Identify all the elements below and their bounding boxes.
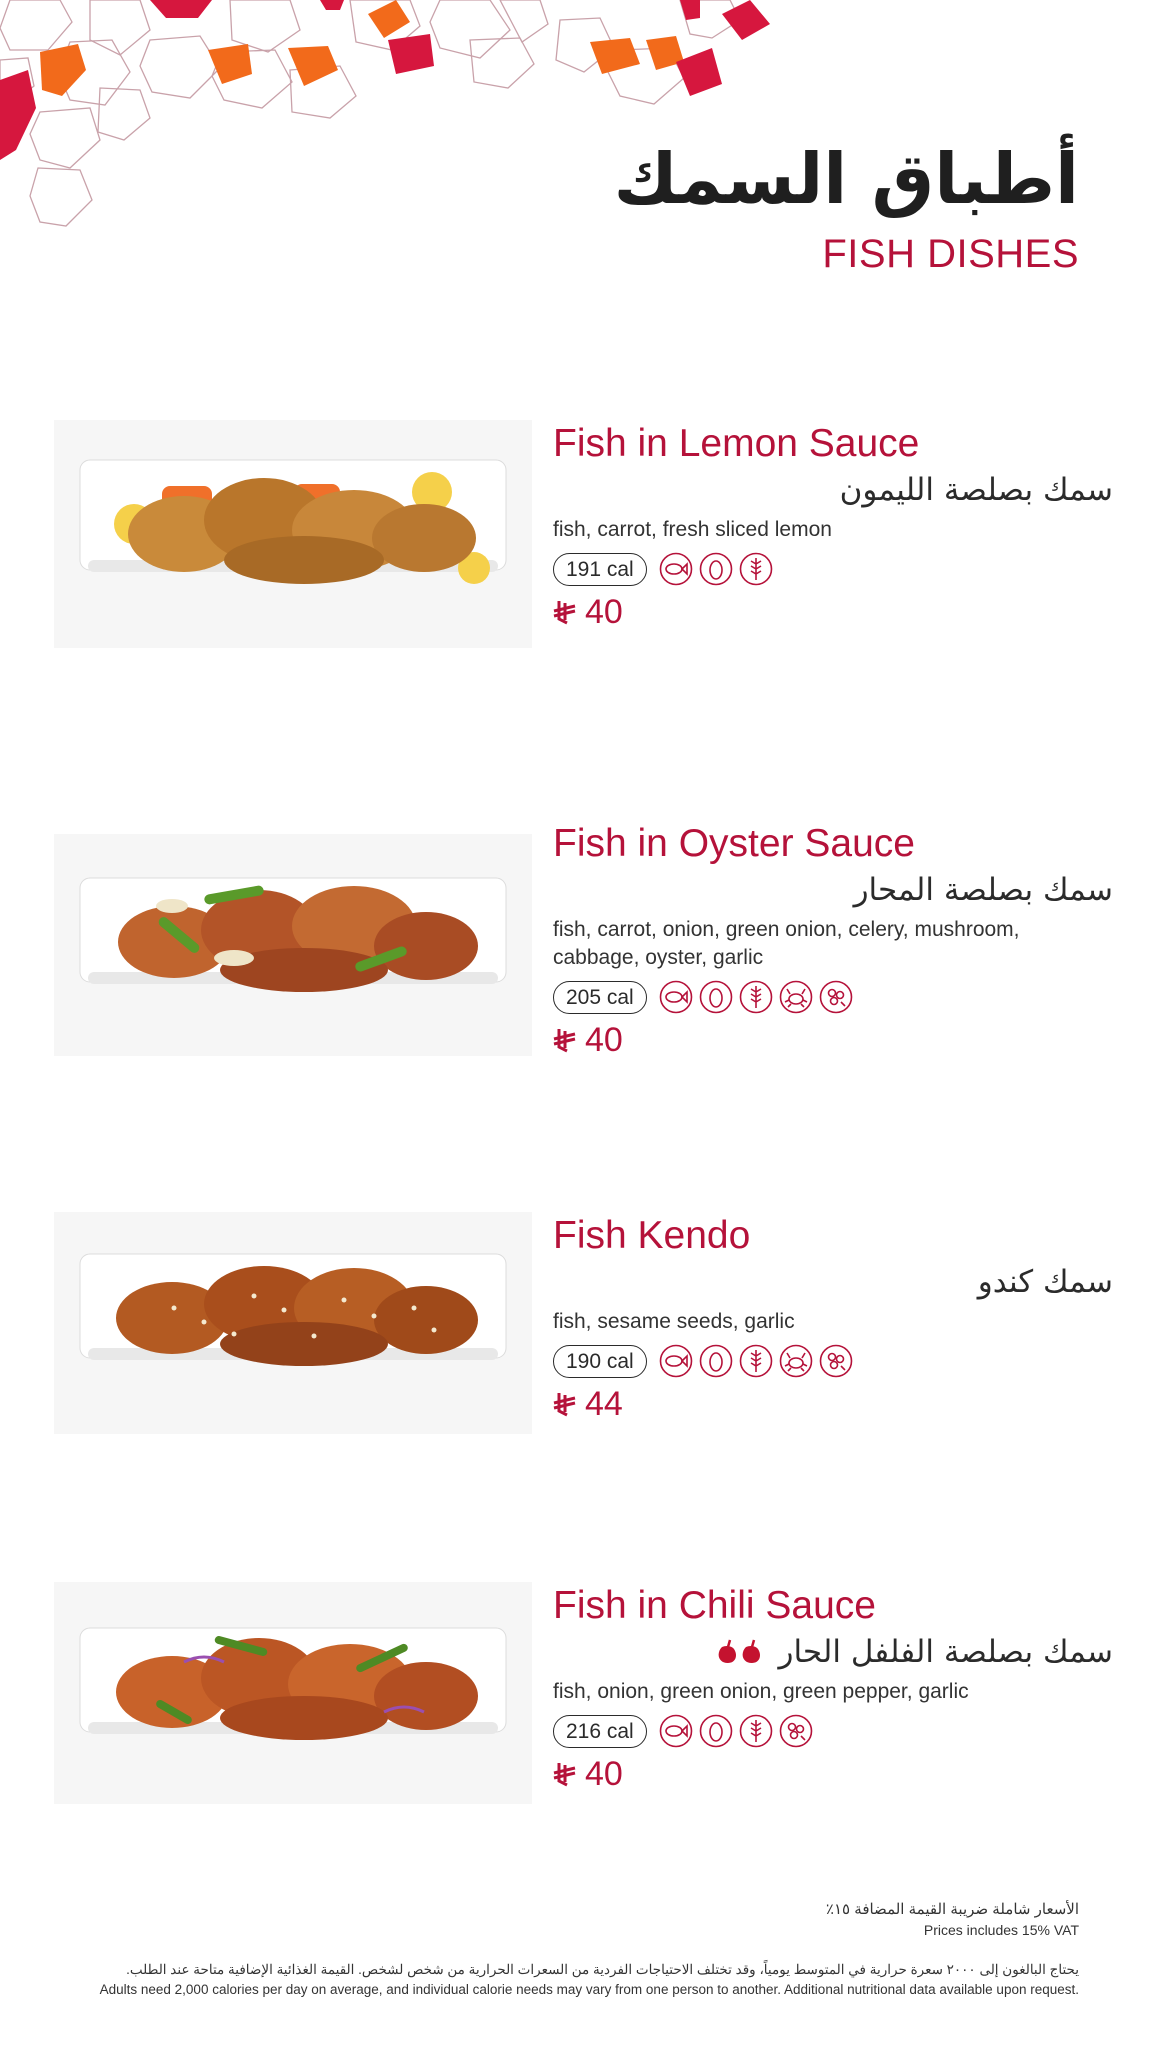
calorie-note-arabic: يحتاج البالغون إلى ٢٠٠٠ سعرة حرارية في ا… [126, 1962, 1079, 1977]
dish-photo [54, 1582, 532, 1804]
page-title: FISH DISHES [822, 232, 1079, 276]
dish-photo [54, 1212, 532, 1434]
spicy-chili-icon [719, 1639, 761, 1663]
dish-ingredients: fish, carrot, fresh sliced lemon [553, 518, 832, 541]
dish-price: 40 [585, 593, 623, 631]
dish-photo [54, 420, 532, 648]
egg-icon [699, 1344, 733, 1378]
menu-item[interactable]: Fish in Oyster Sauce سمك بصلصة المحار fi… [0, 820, 1151, 1060]
dish-ingredients: fish, sesame seeds, garlic [553, 1310, 795, 1333]
calorie-badge: 191 cal [553, 552, 647, 586]
shellfish-icon [779, 980, 813, 1014]
egg-icon [699, 1714, 733, 1748]
calorie-badge: 190 cal [553, 1344, 647, 1378]
dish-name: Fish in Lemon Sauce [553, 422, 920, 465]
menu-item[interactable]: Fish in Lemon Sauce سمك بصلصة الليمون fi… [0, 420, 1151, 660]
fish-icon [659, 1714, 693, 1748]
wheat-icon [739, 552, 773, 586]
riyal-symbol-icon [553, 1029, 576, 1053]
riyal-symbol-icon [553, 601, 576, 625]
fish-icon [659, 980, 693, 1014]
menu-item[interactable]: Fish in Chili Sauce سمك بصلصة الفلفل الح… [0, 1582, 1151, 1812]
dish-price: 44 [585, 1385, 623, 1423]
dish-name: Fish Kendo [553, 1214, 751, 1257]
fish-icon [659, 1344, 693, 1378]
egg-icon [699, 980, 733, 1014]
dish-name-arabic: سمك بصلصة الفلفل الحار [553, 1630, 1113, 1674]
dish-name-arabic: سمك بصلصة الليمون [839, 472, 1113, 508]
wheat-icon [739, 1344, 773, 1378]
page-title-arabic: أطباق السمك [613, 138, 1079, 220]
fish-icon [659, 552, 693, 586]
menu-item[interactable]: Fish Kendo سمك كندو fish, sesame seeds, … [0, 1212, 1151, 1442]
dish-price: 40 [585, 1755, 623, 1793]
soy-icon [819, 980, 853, 1014]
dish-photo [54, 834, 532, 1056]
calorie-badge: 205 cal [553, 980, 647, 1014]
riyal-symbol-icon [553, 1763, 576, 1787]
dish-ingredients: fish, onion, green onion, green pepper, … [553, 1680, 969, 1703]
dish-ingredients: fish, carrot, onion, green onion, celery… [553, 918, 1020, 969]
calorie-note: Adults need 2,000 calories per day on av… [99, 1982, 1079, 1997]
wheat-icon [739, 980, 773, 1014]
soy-icon [779, 1714, 813, 1748]
vat-note-arabic: الأسعار شاملة ضريبة القيمة المضافة ١٥٪ [825, 1901, 1079, 1918]
dish-name: Fish in Chili Sauce [553, 1584, 876, 1627]
soy-icon [819, 1344, 853, 1378]
riyal-symbol-icon [553, 1393, 576, 1417]
vat-note: Prices includes 15% VAT [923, 1922, 1079, 1938]
dish-name-arabic: سمك بصلصة المحار [853, 872, 1113, 908]
wheat-icon [739, 1714, 773, 1748]
dish-name-arabic: سمك كندو [977, 1264, 1113, 1300]
calorie-badge: 216 cal [553, 1714, 647, 1748]
dish-name: Fish in Oyster Sauce [553, 822, 915, 865]
egg-icon [699, 552, 733, 586]
dish-price: 40 [585, 1021, 623, 1059]
shellfish-icon [779, 1344, 813, 1378]
